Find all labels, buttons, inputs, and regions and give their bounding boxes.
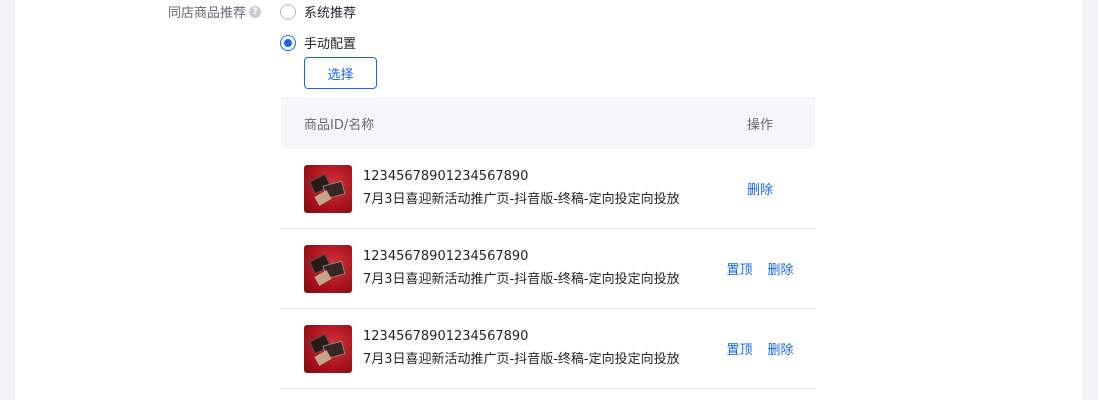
product-id: 12345678901234567890 xyxy=(363,249,529,264)
radio-unchecked-icon[interactable] xyxy=(280,3,296,20)
pin-top-link[interactable]: 置顶 xyxy=(726,259,752,278)
row-actions: 置顶 删除 xyxy=(705,259,815,278)
product-name: 7月3日喜迎新活动推广页-抖音版-终稿-定向投定向投放 xyxy=(363,192,680,207)
product-thumbnail xyxy=(304,164,352,213)
column-header-name: 商品ID/名称 xyxy=(304,117,375,133)
row-actions: 置顶 删除 xyxy=(705,339,815,358)
delete-link[interactable]: 删除 xyxy=(747,179,773,198)
same-store-recommend-label: 同店商品推荐 ? xyxy=(168,2,262,21)
table-header: 商品ID/名称 操作 xyxy=(281,97,815,149)
delete-link[interactable]: 删除 xyxy=(768,259,794,278)
product-table: 商品ID/名称 操作 12345678901234567890 7月3日喜迎新活… xyxy=(281,97,815,389)
radio-manual-config[interactable]: 手动配置 xyxy=(280,33,356,52)
pin-top-link[interactable]: 置顶 xyxy=(726,339,752,358)
field-label-text: 同店商品推荐 xyxy=(168,6,247,21)
column-header-ops: 操作 xyxy=(746,117,773,133)
product-id: 12345678901234567890 xyxy=(363,169,529,184)
page-gutter xyxy=(1082,0,1098,400)
delete-link[interactable]: 删除 xyxy=(768,339,794,358)
radio-label: 系统推荐 xyxy=(304,6,357,21)
table-row: 12345678901234567890 7月3日喜迎新活动推广页-抖音版-终稿… xyxy=(281,309,815,389)
row-actions: 删除 xyxy=(705,179,815,198)
product-info: 12345678901234567890 7月3日喜迎新活动推广页-抖音版-终稿… xyxy=(363,328,705,369)
radio-checked-icon[interactable] xyxy=(280,34,296,51)
product-info: 12345678901234567890 7月3日喜迎新活动推广页-抖音版-终稿… xyxy=(363,248,705,289)
radio-system-recommend[interactable]: 系统推荐 xyxy=(280,2,356,21)
product-thumbnail xyxy=(304,324,352,373)
product-thumbnail xyxy=(304,244,352,293)
product-name: 7月3日喜迎新活动推广页-抖音版-终稿-定向投定向投放 xyxy=(363,272,680,287)
product-id: 12345678901234567890 xyxy=(363,329,529,344)
select-button[interactable]: 选择 xyxy=(304,57,377,89)
table-row: 12345678901234567890 7月3日喜迎新活动推广页-抖音版-终稿… xyxy=(281,229,815,309)
table-row: 12345678901234567890 7月3日喜迎新活动推广页-抖音版-终稿… xyxy=(281,149,815,229)
product-info: 12345678901234567890 7月3日喜迎新活动推广页-抖音版-终稿… xyxy=(363,168,705,209)
help-icon[interactable]: ? xyxy=(249,5,262,18)
product-name: 7月3日喜迎新活动推广页-抖音版-终稿-定向投定向投放 xyxy=(363,352,680,367)
radio-label: 手动配置 xyxy=(304,37,357,52)
